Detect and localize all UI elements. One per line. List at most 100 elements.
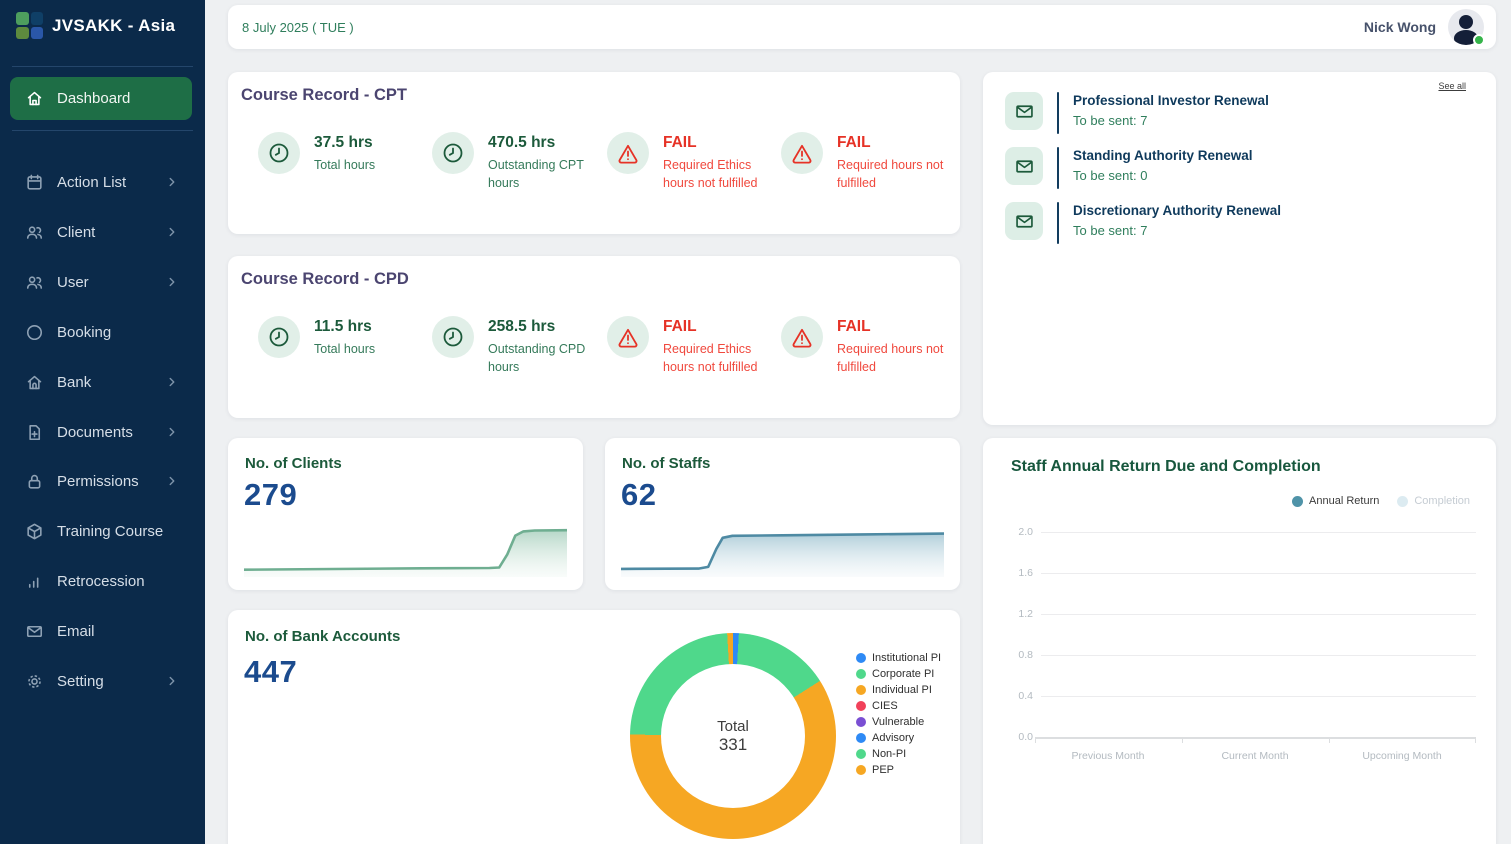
notification-count: To be sent: 7 — [1073, 113, 1269, 128]
x-label-previous-month: Previous Month — [1028, 750, 1188, 762]
sidebar-item-label: Training Course — [57, 523, 163, 540]
sidebar-item-email[interactable]: Email — [10, 609, 192, 653]
legend-label: Advisory — [872, 732, 914, 744]
brand-name: JVSAKK - Asia — [52, 16, 175, 36]
stat-label: Outstanding CPD hours — [488, 340, 606, 376]
cpt-hours-status: FAIL Required hours not fulfilled — [781, 130, 954, 192]
notification-discretionary-authority[interactable]: Discretionary Authority Renewal To be se… — [1005, 202, 1281, 244]
renewal-notifications-card: See all Professional Investor Renewal To… — [983, 72, 1496, 425]
x-label-current-month: Current Month — [1175, 750, 1335, 762]
donut-center-label: Total — [717, 718, 749, 735]
cpd-card: Course Record - CPD 11.5 hrs Total hours… — [228, 256, 960, 418]
chevron-right-icon — [165, 275, 179, 289]
stat-value: FAIL — [837, 314, 954, 336]
legend-label: CIES — [872, 700, 898, 712]
legend-dot — [1397, 496, 1408, 507]
stat-value: 258.5 hrs — [488, 314, 606, 336]
stat-label: Total hours — [314, 340, 375, 358]
warning-icon — [607, 132, 649, 174]
cpt-ethics-status: FAIL Required Ethics hours not fulfilled — [607, 130, 781, 192]
notification-title: Discretionary Authority Renewal — [1073, 203, 1281, 218]
brand-logo: JVSAKK - Asia — [16, 12, 175, 39]
legend-completion[interactable]: Completion — [1397, 495, 1470, 507]
sidebar-item-action-list[interactable]: Action List — [10, 160, 192, 204]
sidebar-item-documents[interactable]: Documents — [10, 410, 192, 454]
legend-label: Completion — [1414, 495, 1470, 507]
legend-individual-pi[interactable]: Individual PI — [856, 682, 941, 698]
legend-annual-return[interactable]: Annual Return — [1292, 495, 1379, 507]
sidebar-item-label: Action List — [57, 174, 126, 191]
legend-cies[interactable]: CIES — [856, 698, 941, 714]
chart-title: Staff Annual Return Due and Completion — [1011, 458, 1321, 476]
legend-pep[interactable]: PEP — [856, 762, 941, 778]
warning-icon — [781, 316, 823, 358]
divider — [1057, 202, 1059, 244]
see-all-link[interactable]: See all — [1438, 81, 1466, 91]
chevron-right-icon — [165, 175, 179, 189]
circle-icon — [25, 323, 44, 342]
cpd-card-title: Course Record - CPD — [241, 270, 409, 289]
stat-value: FAIL — [837, 130, 954, 152]
sidebar-item-bank[interactable]: Bank — [10, 360, 192, 404]
donut-center: Total 331 — [661, 664, 805, 808]
notification-count: To be sent: 0 — [1073, 168, 1253, 183]
brand-logo-icon — [16, 12, 43, 39]
chevron-right-icon — [165, 375, 179, 389]
clock-icon — [258, 132, 300, 174]
clients-trend-sparkline — [244, 521, 567, 577]
legend-advisory[interactable]: Advisory — [856, 730, 941, 746]
legend-label: PEP — [872, 764, 894, 776]
gridline: 2.0 — [1011, 526, 1476, 538]
legend-dot — [856, 765, 866, 775]
sidebar-item-setting[interactable]: Setting — [10, 659, 192, 703]
chevron-right-icon — [165, 225, 179, 239]
donut-legend: Institutional PI Corporate PI Individual… — [856, 650, 941, 778]
cpd-outstanding-hours: 258.5 hrs Outstanding CPD hours — [432, 314, 607, 376]
legend-dot — [856, 653, 866, 663]
stat-value: 37.5 hrs — [314, 130, 375, 152]
donut-center-value: 331 — [719, 735, 747, 755]
document-icon — [25, 423, 44, 442]
legend-label: Annual Return — [1309, 495, 1379, 507]
sidebar-item-user[interactable]: User — [10, 260, 192, 304]
legend-label: Corporate PI — [872, 668, 934, 680]
x-label-upcoming-month: Upcoming Month — [1322, 750, 1482, 762]
sidebar-item-client[interactable]: Client — [10, 210, 192, 254]
sidebar-item-label: Permissions — [57, 473, 139, 490]
staffs-card: No. of Staffs 62 — [605, 438, 960, 590]
bank-icon — [25, 373, 44, 392]
x-tick — [1475, 737, 1476, 743]
users-icon — [25, 223, 44, 242]
legend-vulnerable[interactable]: Vulnerable — [856, 714, 941, 730]
sidebar-divider — [12, 66, 193, 67]
x-tick — [1182, 737, 1183, 743]
bank-card-title: No. of Bank Accounts — [245, 628, 400, 645]
bar-chart-icon — [25, 572, 44, 591]
package-icon — [25, 522, 44, 541]
sidebar-item-retrocession[interactable]: Retrocession — [10, 559, 192, 603]
cpt-outstanding-hours: 470.5 hrs Outstanding CPT hours — [432, 130, 607, 192]
sidebar-item-label: Dashboard — [57, 90, 130, 107]
legend-corporate-pi[interactable]: Corporate PI — [856, 666, 941, 682]
user-name: Nick Wong — [1364, 19, 1436, 35]
dashboard-page: JVSAKK - Asia Dashboard Action List Clie… — [0, 0, 1511, 844]
sidebar-item-dashboard[interactable]: Dashboard — [10, 77, 192, 120]
notification-professional-investor[interactable]: Professional Investor Renewal To be sent… — [1005, 92, 1269, 134]
avatar[interactable] — [1448, 9, 1484, 45]
cpd-total-hours: 11.5 hrs Total hours — [258, 314, 432, 376]
chevron-right-icon — [165, 425, 179, 439]
sidebar-item-label: Documents — [57, 424, 133, 441]
legend-non-pi[interactable]: Non-PI — [856, 746, 941, 762]
clients-card-title: No. of Clients — [245, 455, 342, 472]
sidebar-item-label: Booking — [57, 324, 111, 341]
notification-standing-authority[interactable]: Standing Authority Renewal To be sent: 0 — [1005, 147, 1253, 189]
sidebar-item-booking[interactable]: Booking — [10, 310, 192, 354]
bank-accounts-card: No. of Bank Accounts 447 Total 331 Insti… — [228, 610, 960, 844]
chevron-right-icon — [165, 674, 179, 688]
stat-label: Required hours not fulfilled — [837, 340, 954, 376]
sidebar-item-training-course[interactable]: Training Course — [10, 509, 192, 553]
mail-icon — [1005, 202, 1043, 240]
sidebar-item-permissions[interactable]: Permissions — [10, 459, 192, 503]
staffs-trend-sparkline — [621, 521, 944, 577]
legend-institutional-pi[interactable]: Institutional PI — [856, 650, 941, 666]
